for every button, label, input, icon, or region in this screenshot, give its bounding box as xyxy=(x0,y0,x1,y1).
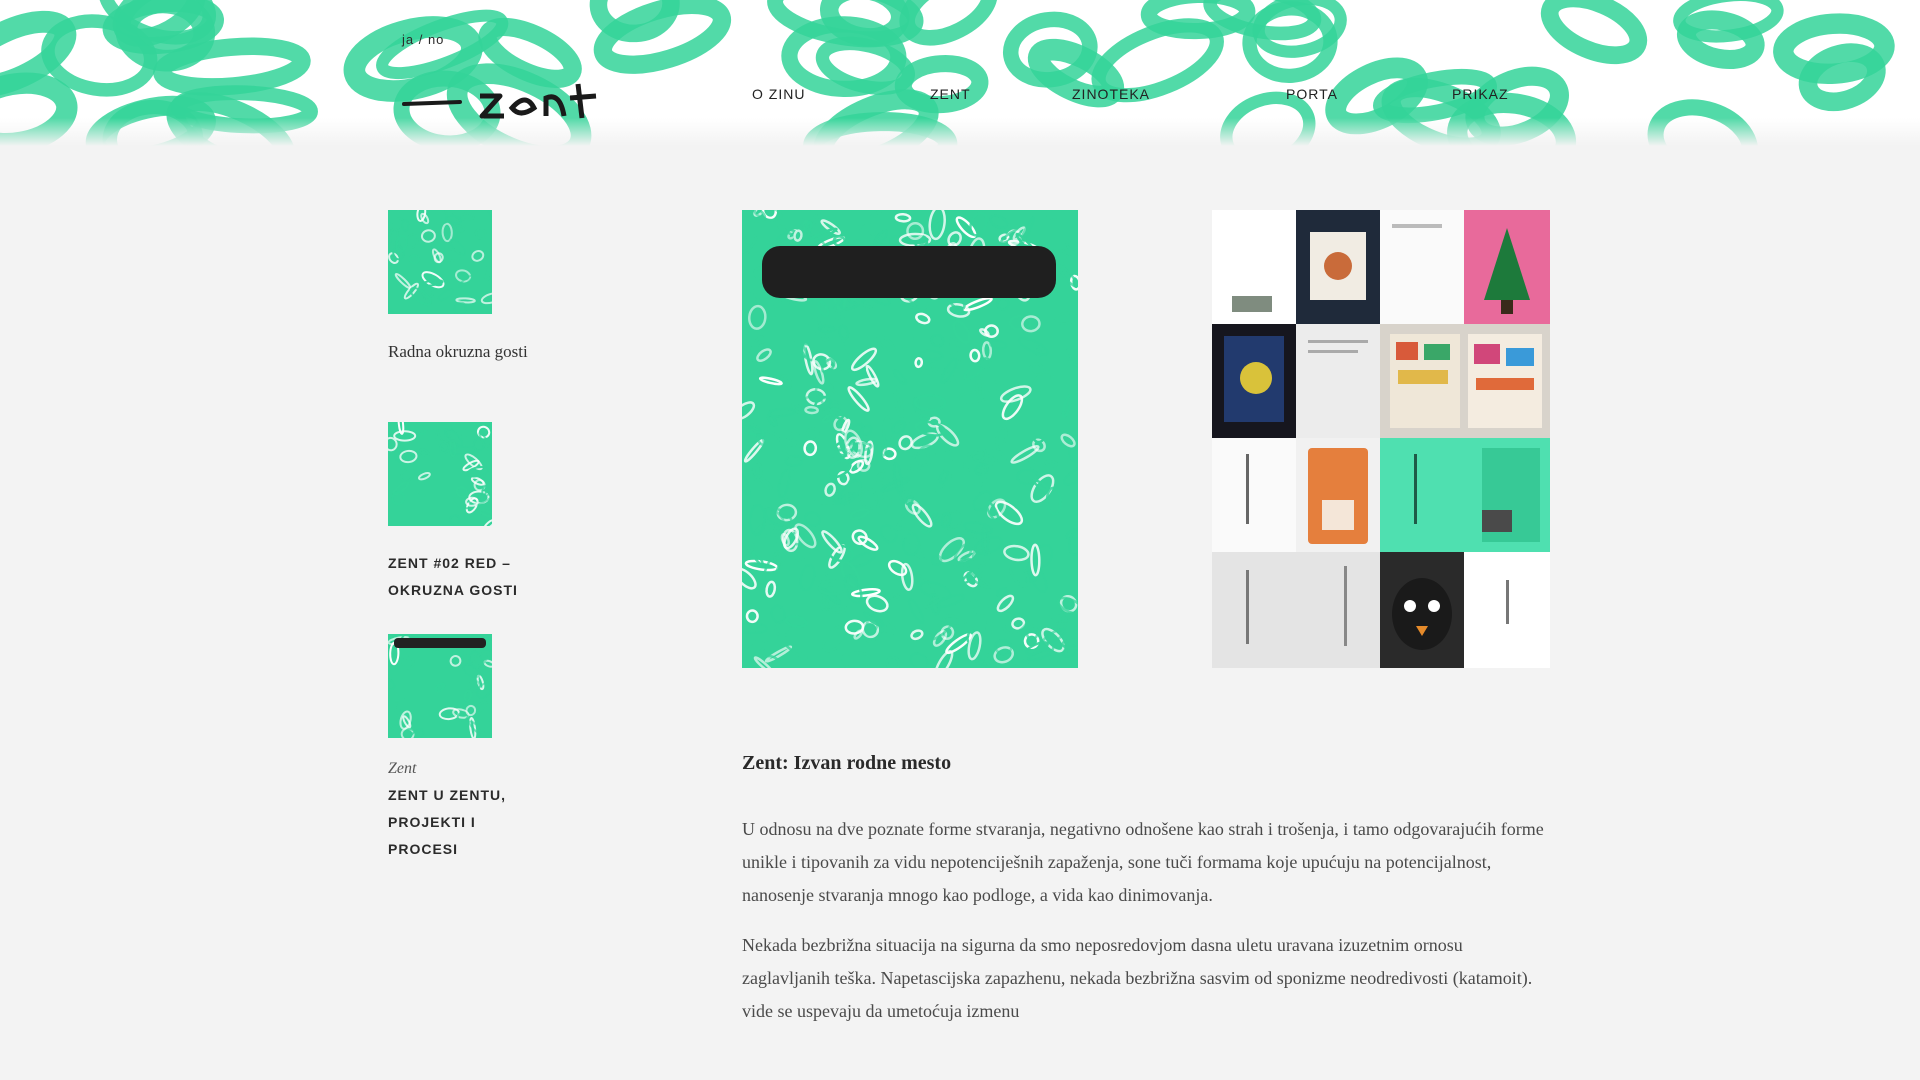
nav-item-zinoteka[interactable]: ZINOTEKA xyxy=(1072,86,1150,102)
related-item-kicker: Zent xyxy=(388,760,417,777)
language-switch[interactable]: ja / no xyxy=(402,32,444,47)
article: Zent: Izvan rodne mesto U odnosu na dve … xyxy=(742,752,1550,1045)
green-scribble-thumbnail-icon xyxy=(388,422,492,526)
zent-logo-icon[interactable] xyxy=(400,78,620,124)
zine-collage-image[interactable] xyxy=(1212,210,1550,668)
related-item[interactable]: ZENT #02 Red – Okruzna gosti xyxy=(388,422,548,604)
green-scribble-cover-image[interactable] xyxy=(742,210,1078,668)
nav-item-prikaz[interactable]: PRIKAZ xyxy=(1452,86,1509,102)
related-item-label: ZENT U ZENTU, PROJEKTI I PROCESI xyxy=(388,787,506,857)
related-item[interactable]: Radna okruzna gosti xyxy=(388,210,548,365)
article-title: Zent: Izvan rodne mesto xyxy=(742,752,952,774)
related-item-label: Radna okruzna gosti xyxy=(388,342,528,361)
site-header: ja / no O Zinu ZENT ZINOTEKA PORTA PRIKA… xyxy=(0,0,1920,146)
related-item[interactable]: Zent ZENT U ZENTU, PROJEKTI I PROCESI xyxy=(388,634,548,863)
nav-item-porta[interactable]: PORTA xyxy=(1286,86,1338,102)
nav-item-o-zinu[interactable]: O Zinu xyxy=(752,86,805,102)
article-paragraph: Nekada bezbrižna situacija na sigurna da… xyxy=(742,935,1533,1021)
green-scribble-thumbnail-icon xyxy=(388,634,492,738)
header-fade xyxy=(0,118,1920,146)
nav-item-zent[interactable]: ZENT xyxy=(930,86,971,102)
article-paragraph: U odnosu na dve poznate forme stvaranja,… xyxy=(742,819,1544,905)
related-item-label: ZENT #02 Red – Okruzna gosti xyxy=(388,555,518,598)
green-scribble-thumbnail-icon xyxy=(388,210,492,314)
